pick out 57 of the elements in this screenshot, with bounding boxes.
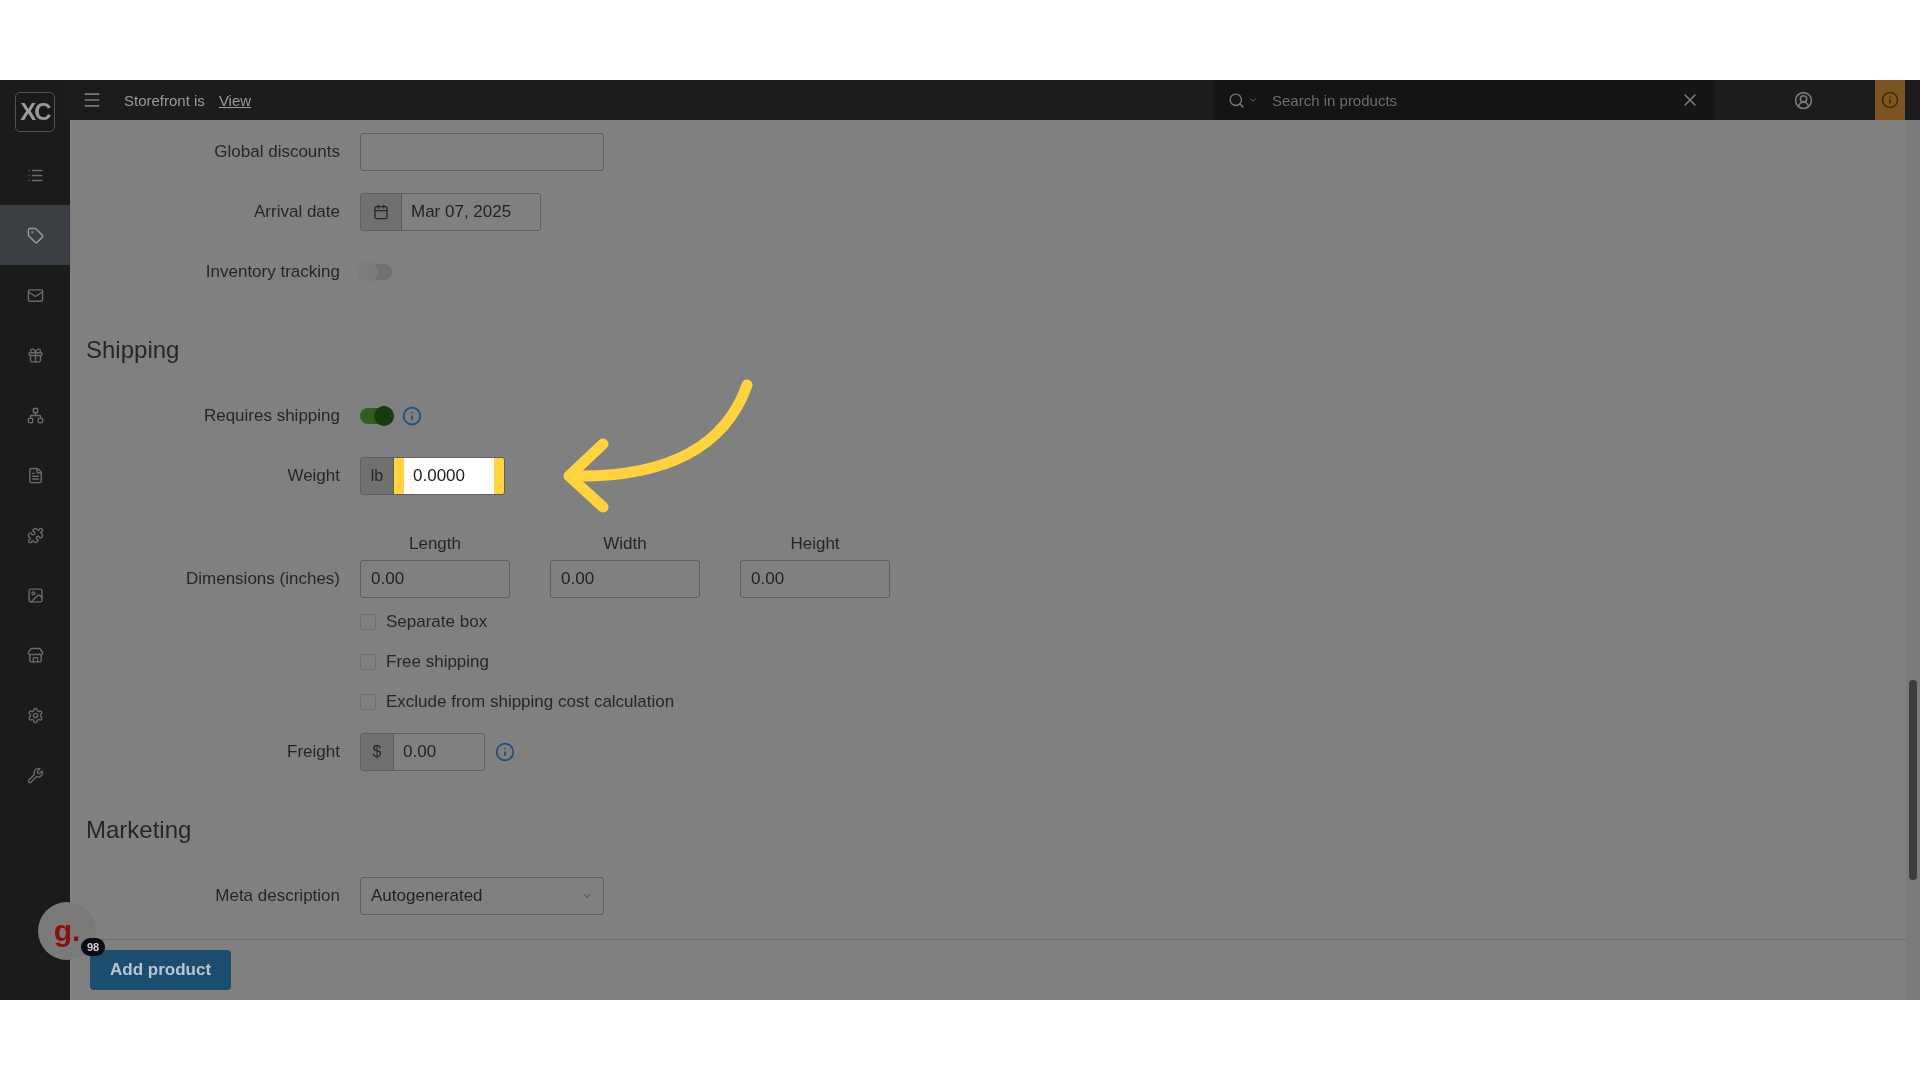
- dimension-caption: Length: [409, 534, 461, 554]
- section-heading: Shipping: [86, 336, 181, 364]
- text-field[interactable]: [360, 133, 604, 171]
- field-label: Arrival date: [254, 201, 340, 223]
- field-label: Requires shipping: [203, 405, 340, 427]
- document-icon: [26, 466, 44, 484]
- envelope-icon: [26, 286, 44, 304]
- dimension-field[interactable]: 0.00: [550, 560, 700, 598]
- info-icon[interactable]: [495, 742, 515, 762]
- wrench-icon: [26, 766, 44, 784]
- highlight-frame: 0.0000: [394, 458, 504, 494]
- puzzle-icon: [26, 526, 44, 544]
- dimension-field[interactable]: 0.00: [360, 560, 510, 598]
- dimension-field[interactable]: 0.00: [740, 560, 890, 598]
- info-button[interactable]: [1875, 80, 1905, 120]
- network-icon: [26, 406, 44, 424]
- toggle-switch[interactable]: [360, 408, 392, 424]
- field-label: Freight: [287, 741, 340, 763]
- user-icon[interactable]: [1794, 90, 1813, 110]
- checkbox-option[interactable]: Exclude from shipping cost calculation: [360, 692, 675, 712]
- search-icon: [1228, 91, 1245, 109]
- settings-icon: [26, 706, 44, 724]
- unit-field[interactable]: lb 0.0000: [360, 457, 505, 495]
- unit-label: $: [361, 734, 394, 770]
- dimension-caption: Width: [603, 534, 647, 554]
- storefront-status: Storefront is: [124, 91, 205, 109]
- select-field[interactable]: Autogenerated: [360, 877, 604, 915]
- add-product-button[interactable]: Add product: [90, 950, 232, 990]
- clear-button[interactable]: [1674, 80, 1714, 120]
- field-label: Dimensions (inches): [186, 568, 340, 590]
- unit-field[interactable]: $ 0.00: [360, 733, 485, 771]
- caret-icon: [1248, 95, 1258, 105]
- field-label: Weight: [287, 465, 340, 487]
- field-label: Inventory tracking: [205, 261, 340, 283]
- logo[interactable]: XC: [15, 92, 55, 132]
- search-menu-button[interactable]: [1214, 80, 1264, 120]
- field-label: Meta description: [215, 885, 340, 907]
- dimension-caption: Height: [790, 534, 840, 554]
- info-icon: [1881, 91, 1899, 109]
- unit-label: lb: [361, 458, 394, 494]
- store-icon: [26, 646, 44, 664]
- checkbox-option[interactable]: Free shipping: [360, 652, 489, 672]
- search-field[interactable]: Search in products: [1264, 80, 1674, 120]
- sidebar-item[interactable]: [0, 205, 70, 265]
- view-link[interactable]: View: [218, 91, 252, 109]
- section-heading: Marketing: [86, 816, 193, 844]
- menu-icon[interactable]: [82, 90, 102, 110]
- image-icon: [26, 586, 44, 604]
- info-icon[interactable]: [402, 406, 422, 426]
- calendar-icon: [373, 204, 389, 220]
- tag-icon: [26, 226, 44, 244]
- date-field[interactable]: Mar 07, 2025: [360, 193, 541, 231]
- gift-icon: [26, 346, 44, 364]
- scrollbar[interactable]: [1906, 120, 1920, 1000]
- count-badge: 98: [81, 938, 106, 956]
- checkbox-option[interactable]: Separate box: [360, 612, 488, 632]
- field-label: Global discounts: [214, 141, 340, 163]
